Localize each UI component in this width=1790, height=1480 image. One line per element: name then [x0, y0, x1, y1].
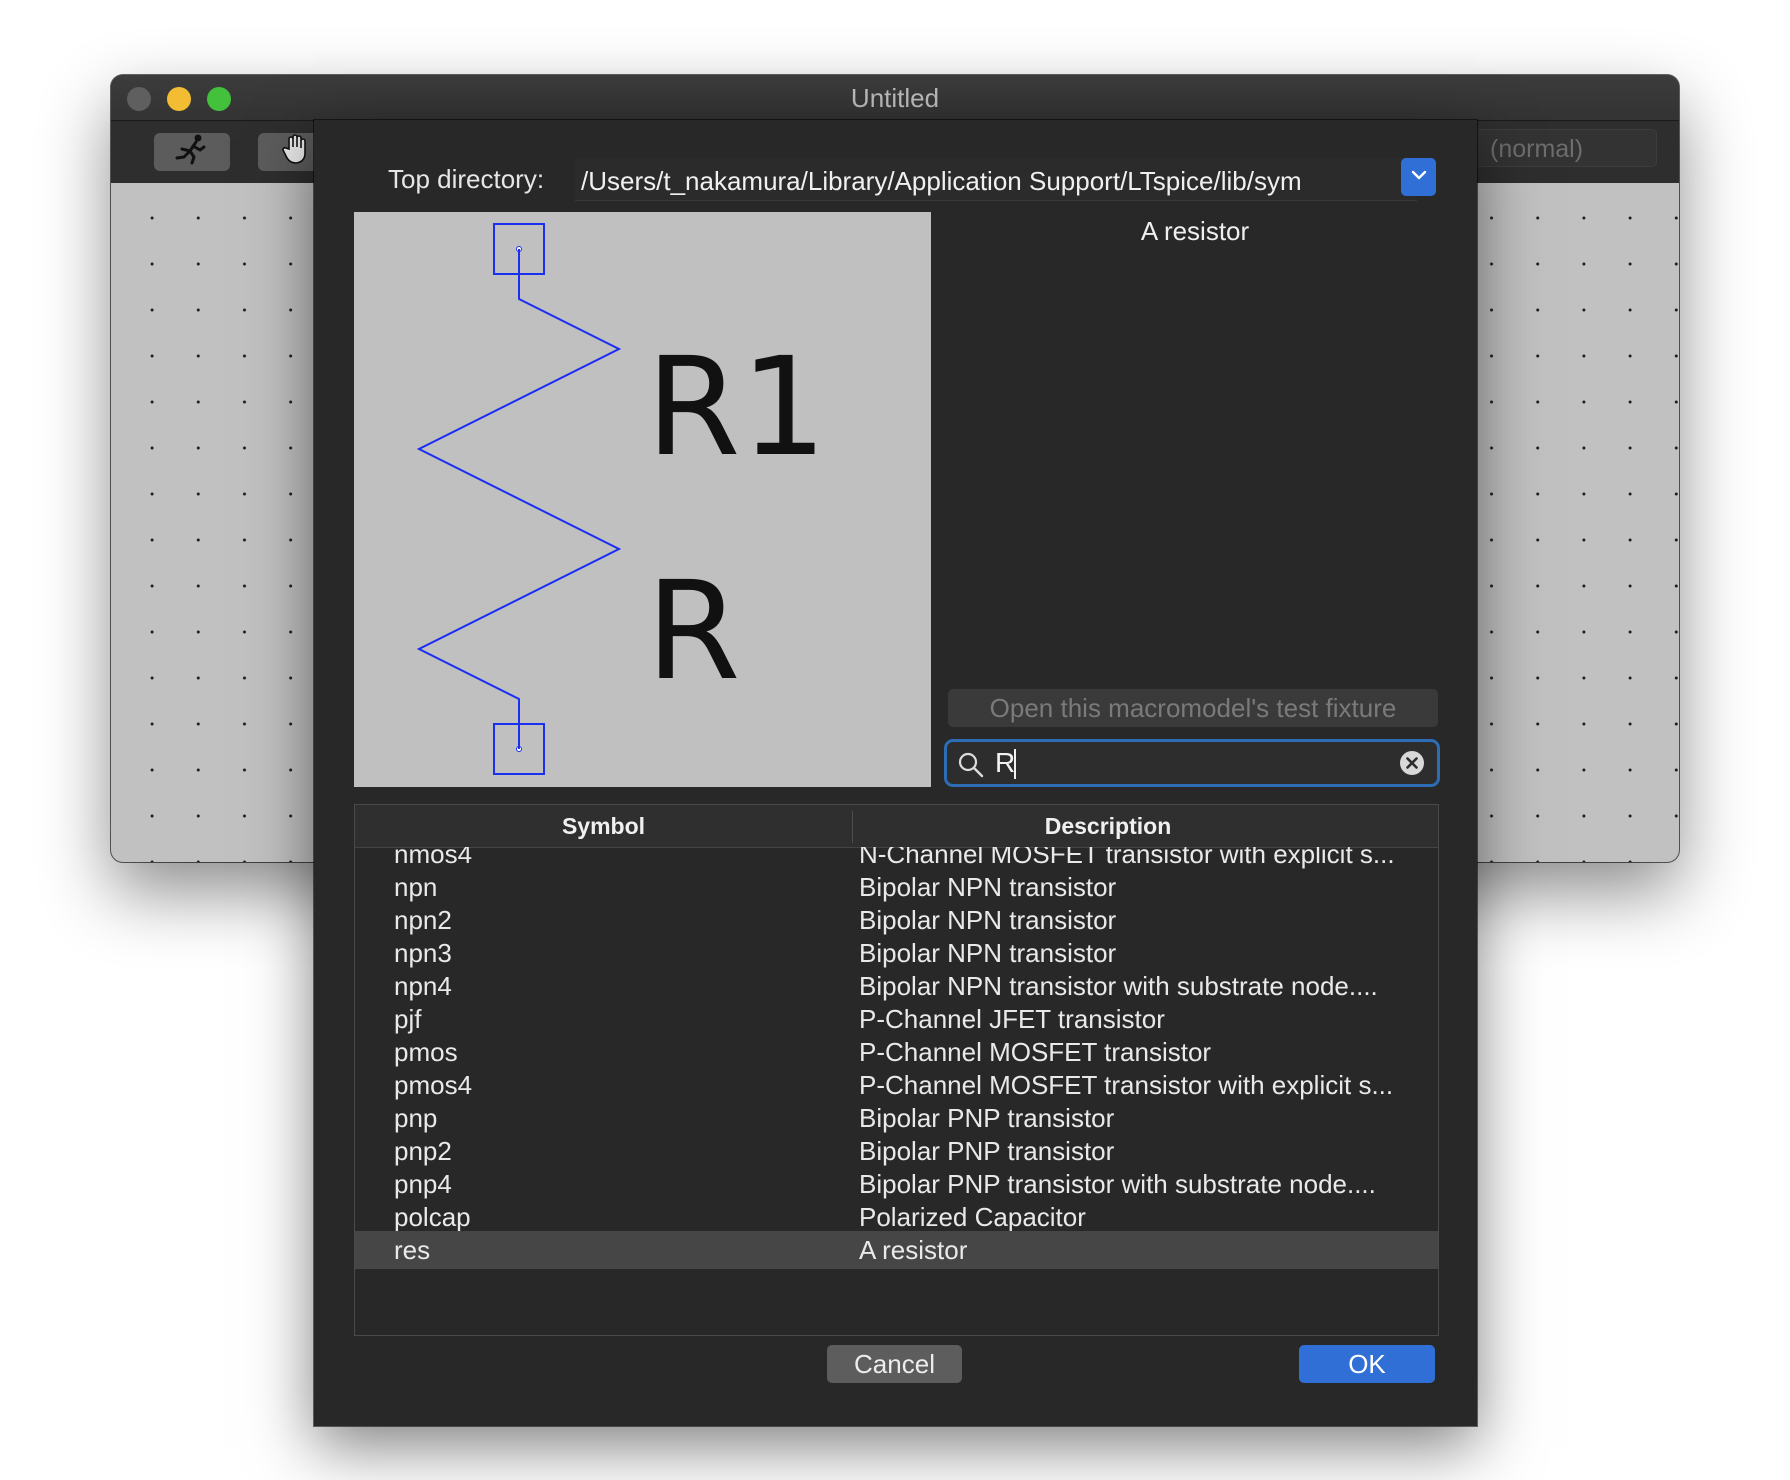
instance-name-label: R1 [646, 329, 827, 487]
table-header: Symbol Description [355, 805, 1438, 848]
symbol-table[interactable]: Symbol Description nmos4 N-Channel MOSFE… [354, 804, 1439, 1336]
top-directory-value: /Users/t_nakamura/Library/Application Su… [581, 166, 1302, 196]
symbol-cell: res [394, 1235, 431, 1265]
table-row-selected[interactable]: res A resistor [355, 1231, 1438, 1269]
open-test-fixture-button[interactable]: Open this macromodel's test fixture [948, 689, 1438, 727]
description-cell: A resistor [859, 1235, 968, 1265]
chevron-down-icon [1410, 168, 1428, 186]
ok-button[interactable]: OK [1299, 1345, 1435, 1383]
window-title: Untitled [850, 83, 940, 113]
search-input[interactable] [995, 746, 1375, 780]
top-directory-select[interactable]: /Users/t_nakamura/Library/Application Su… [575, 158, 1417, 201]
run-button[interactable] [154, 133, 230, 171]
resistor-zigzag [416, 249, 622, 749]
top-directory-label: Top directory: [388, 164, 545, 194]
title-bar: Untitled [111, 75, 1679, 121]
top-directory-dropdown-button[interactable] [1401, 158, 1436, 196]
search-field[interactable] [944, 739, 1440, 787]
symbol-description: A resistor [1140, 216, 1250, 246]
search-icon [957, 751, 985, 784]
column-header-symbol[interactable]: Symbol [355, 805, 852, 847]
table-body[interactable]: nmos4 N-Channel MOSFET transistor with e… [355, 847, 1438, 1335]
component-dialog: Top directory: /Users/t_nakamura/Library… [314, 120, 1477, 1426]
mode-field: (normal) [1475, 129, 1657, 167]
cancel-button[interactable]: Cancel [827, 1345, 962, 1383]
hand-icon [281, 133, 311, 172]
column-header-description[interactable]: Description [853, 805, 1363, 847]
clear-search-icon[interactable] [1399, 750, 1425, 781]
text-caret [1014, 749, 1016, 779]
value-label: R [646, 553, 741, 711]
symbol-preview: R1 R [354, 212, 931, 787]
running-man-icon [172, 133, 212, 172]
resistor-symbol: R1 R [416, 223, 827, 775]
